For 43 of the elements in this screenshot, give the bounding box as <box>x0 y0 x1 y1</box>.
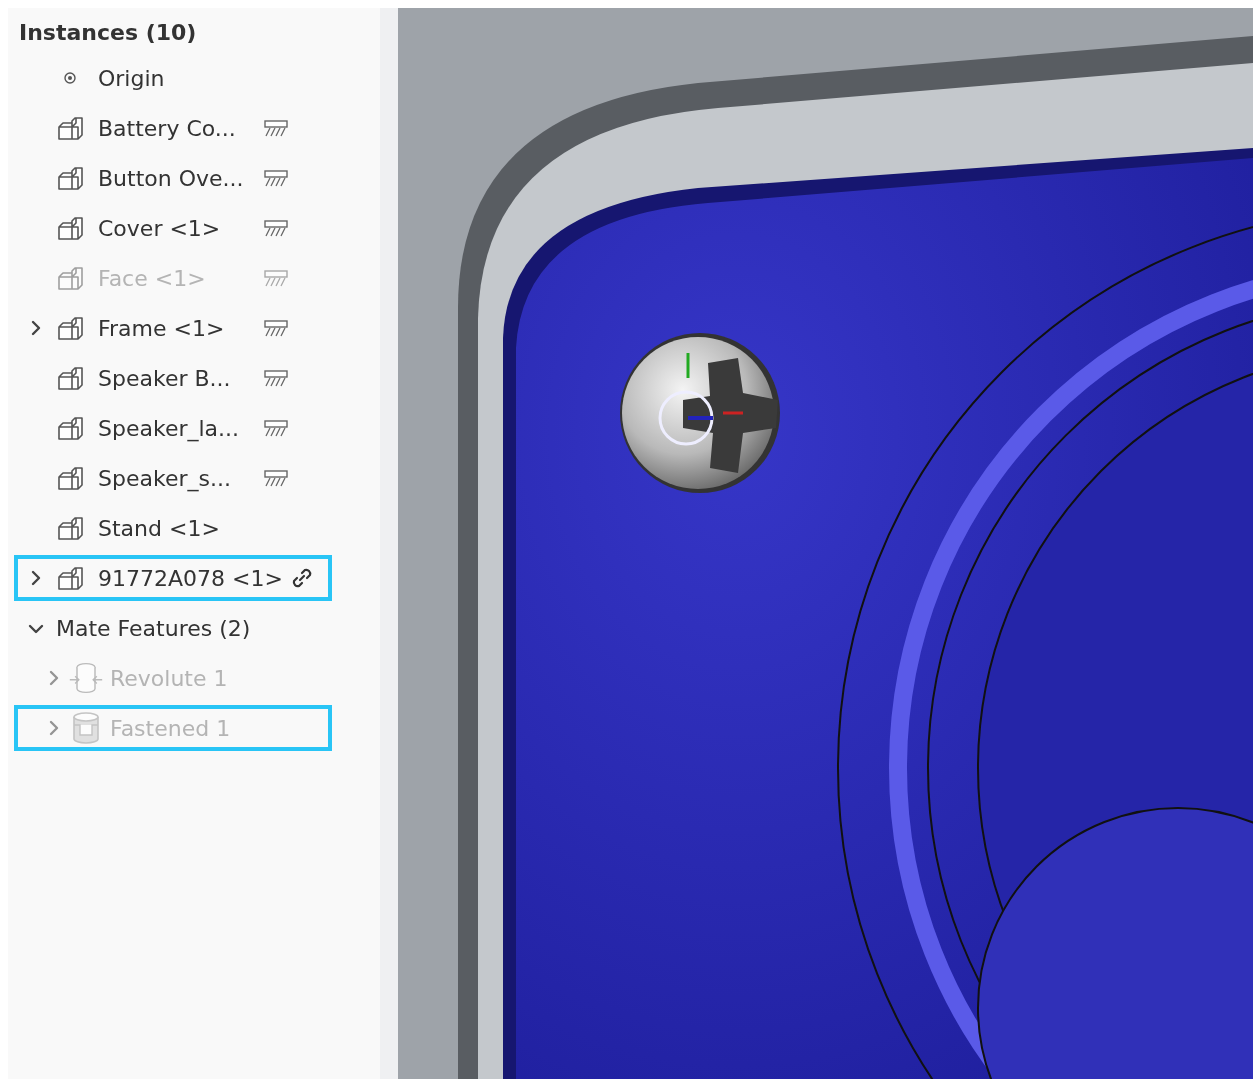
fixed-hatch-icon <box>264 469 288 487</box>
fixed-hatch-icon <box>264 369 288 387</box>
part-icon <box>56 115 84 141</box>
tree-row[interactable]: Origin <box>14 55 332 101</box>
instance-label[interactable]: Cover <1> <box>98 215 258 241</box>
fixed-hatch-icon <box>264 319 288 337</box>
part-icon <box>56 515 84 541</box>
3d-viewport-drawing[interactable] <box>398 8 1253 1079</box>
fixed-hatch-icon <box>264 219 288 237</box>
fixed-hatch-icon <box>264 169 288 187</box>
tree-row[interactable]: Speaker_la... <box>14 405 332 451</box>
instance-label[interactable]: Button Ove... <box>98 165 258 191</box>
instance-label[interactable]: 91772A078 <1> <box>98 565 283 591</box>
tree-row[interactable]: Battery Co... <box>14 105 332 151</box>
part-icon <box>56 265 84 291</box>
part-icon <box>56 215 84 241</box>
part-icon <box>56 565 84 591</box>
instance-label[interactable]: Origin <box>98 65 258 91</box>
part-icon <box>56 465 84 491</box>
tree-row[interactable]: Button Ove... <box>14 155 332 201</box>
instance-label[interactable]: Battery Co... <box>98 115 258 141</box>
fixed-hatch-icon <box>264 119 288 137</box>
part-icon <box>56 415 84 441</box>
instance-label[interactable]: Speaker_la... <box>98 415 258 441</box>
part-icon <box>56 365 84 391</box>
origin-icon <box>63 71 77 85</box>
panel-title: Instances (10) <box>18 19 198 47</box>
part-icon <box>56 315 84 341</box>
tree-row[interactable]: Frame <1> <box>14 305 332 351</box>
tree-row[interactable]: Cover <1> <box>14 205 332 251</box>
cylinder-icon <box>71 711 101 745</box>
part-icon <box>56 165 84 191</box>
tree-row[interactable]: Stand <1> <box>14 505 332 551</box>
instance-label[interactable]: Speaker_s... <box>98 465 258 491</box>
tree-row[interactable]: Speaker_s... <box>14 455 332 501</box>
instance-label[interactable]: Speaker B... <box>98 365 258 391</box>
fixed-hatch-icon <box>264 419 288 437</box>
section-label[interactable]: Mate Features (2) <box>56 615 251 641</box>
instance-label[interactable]: Stand <1> <box>98 515 258 541</box>
instance-label[interactable]: Frame <1> <box>98 315 258 341</box>
fixed-hatch-icon <box>264 269 288 287</box>
highlighted-row[interactable]: 91772A078 <1> <box>14 555 332 601</box>
tree-row[interactable]: Speaker B... <box>14 355 332 401</box>
